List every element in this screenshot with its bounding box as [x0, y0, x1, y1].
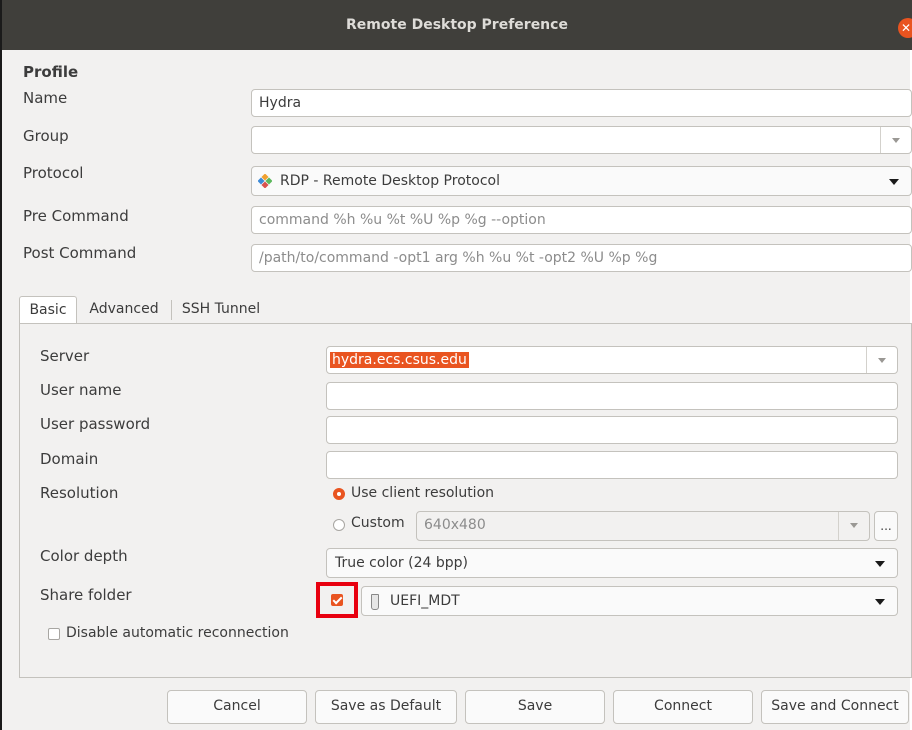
chevron-down-icon: [892, 138, 900, 143]
server-combo[interactable]: hydra.ecs.csus.edu: [326, 346, 898, 374]
domain-field[interactable]: [326, 451, 898, 479]
name-value: Hydra: [259, 95, 302, 111]
resolution-custom-value: 640x480: [424, 517, 486, 533]
annotation-highlight: [316, 582, 358, 618]
chevron-down-icon: [850, 523, 858, 528]
resolution-dropdown-button: [838, 512, 869, 540]
pre-command-label: Pre Command: [23, 207, 129, 225]
resolution-more-button[interactable]: ...: [874, 511, 898, 541]
color-depth-label: Color depth: [40, 547, 128, 565]
dialog-window: Remote Desktop Preference ✕ Profile Name…: [0, 0, 912, 730]
protocol-label: Protocol: [23, 164, 84, 182]
group-label: Group: [23, 127, 69, 145]
resolution-custom-radio[interactable]: [333, 519, 345, 531]
domain-label: Domain: [40, 450, 99, 468]
chevron-down-icon: [875, 599, 885, 605]
chevron-down-icon: [878, 358, 886, 363]
server-value: hydra.ecs.csus.edu: [330, 352, 469, 368]
protocol-value: RDP - Remote Desktop Protocol: [280, 173, 500, 189]
server-label: Server: [40, 347, 90, 365]
color-depth-value: True color (24 bpp): [335, 555, 468, 571]
close-icon[interactable]: ✕: [898, 18, 912, 38]
protocol-select[interactable]: RDP - Remote Desktop Protocol: [251, 166, 912, 196]
share-folder-value: UEFI_MDT: [390, 593, 460, 609]
tab-basic[interactable]: Basic: [19, 296, 77, 324]
cancel-button[interactable]: Cancel: [167, 690, 307, 724]
chevron-down-icon: [875, 561, 885, 567]
username-field[interactable]: [326, 382, 898, 410]
name-field[interactable]: Hydra: [251, 89, 912, 117]
save-and-connect-button[interactable]: Save and Connect: [761, 690, 909, 724]
password-field[interactable]: [326, 416, 898, 444]
resolution-client-radio[interactable]: [333, 488, 345, 500]
disable-reconnect-label[interactable]: Disable automatic reconnection: [66, 625, 289, 641]
connect-button[interactable]: Connect: [613, 690, 753, 724]
post-command-field[interactable]: /path/to/command -opt1 arg %h %u %t -opt…: [251, 244, 912, 272]
server-dropdown-button[interactable]: [866, 347, 897, 373]
group-dropdown-button[interactable]: [880, 127, 911, 153]
post-command-placeholder: /path/to/command -opt1 arg %h %u %t -opt…: [259, 250, 658, 266]
profile-section-title: Profile: [23, 63, 79, 81]
resolution-custom-label[interactable]: Custom: [351, 515, 405, 531]
title-bar[interactable]: Remote Desktop Preference ✕: [2, 0, 912, 50]
post-command-label: Post Command: [23, 244, 137, 262]
drive-icon: [371, 594, 379, 610]
resolution-label: Resolution: [40, 484, 119, 502]
tab-ssh-tunnel[interactable]: SSH Tunnel: [175, 296, 267, 324]
chevron-down-icon: [889, 179, 899, 185]
rdp-protocol-icon: [258, 174, 272, 188]
disable-reconnect-checkbox[interactable]: [48, 628, 60, 640]
pre-command-field[interactable]: command %h %u %t %U %p %g --option: [251, 206, 912, 234]
tab-advanced[interactable]: Advanced: [81, 296, 167, 324]
save-as-default-button[interactable]: Save as Default: [315, 690, 457, 724]
group-combo[interactable]: [251, 126, 912, 154]
window-title: Remote Desktop Preference: [346, 17, 568, 33]
save-button[interactable]: Save: [465, 690, 605, 724]
password-label: User password: [40, 415, 151, 433]
color-depth-select[interactable]: True color (24 bpp): [326, 548, 898, 578]
resolution-custom-combo: 640x480: [416, 511, 870, 541]
share-folder-label: Share folder: [40, 586, 132, 604]
name-label: Name: [23, 89, 68, 107]
username-label: User name: [40, 381, 122, 399]
tab-divider: [171, 300, 172, 320]
resolution-client-label[interactable]: Use client resolution: [351, 485, 494, 501]
pre-command-placeholder: command %h %u %t %U %p %g --option: [259, 212, 546, 228]
share-folder-select[interactable]: UEFI_MDT: [361, 586, 898, 616]
